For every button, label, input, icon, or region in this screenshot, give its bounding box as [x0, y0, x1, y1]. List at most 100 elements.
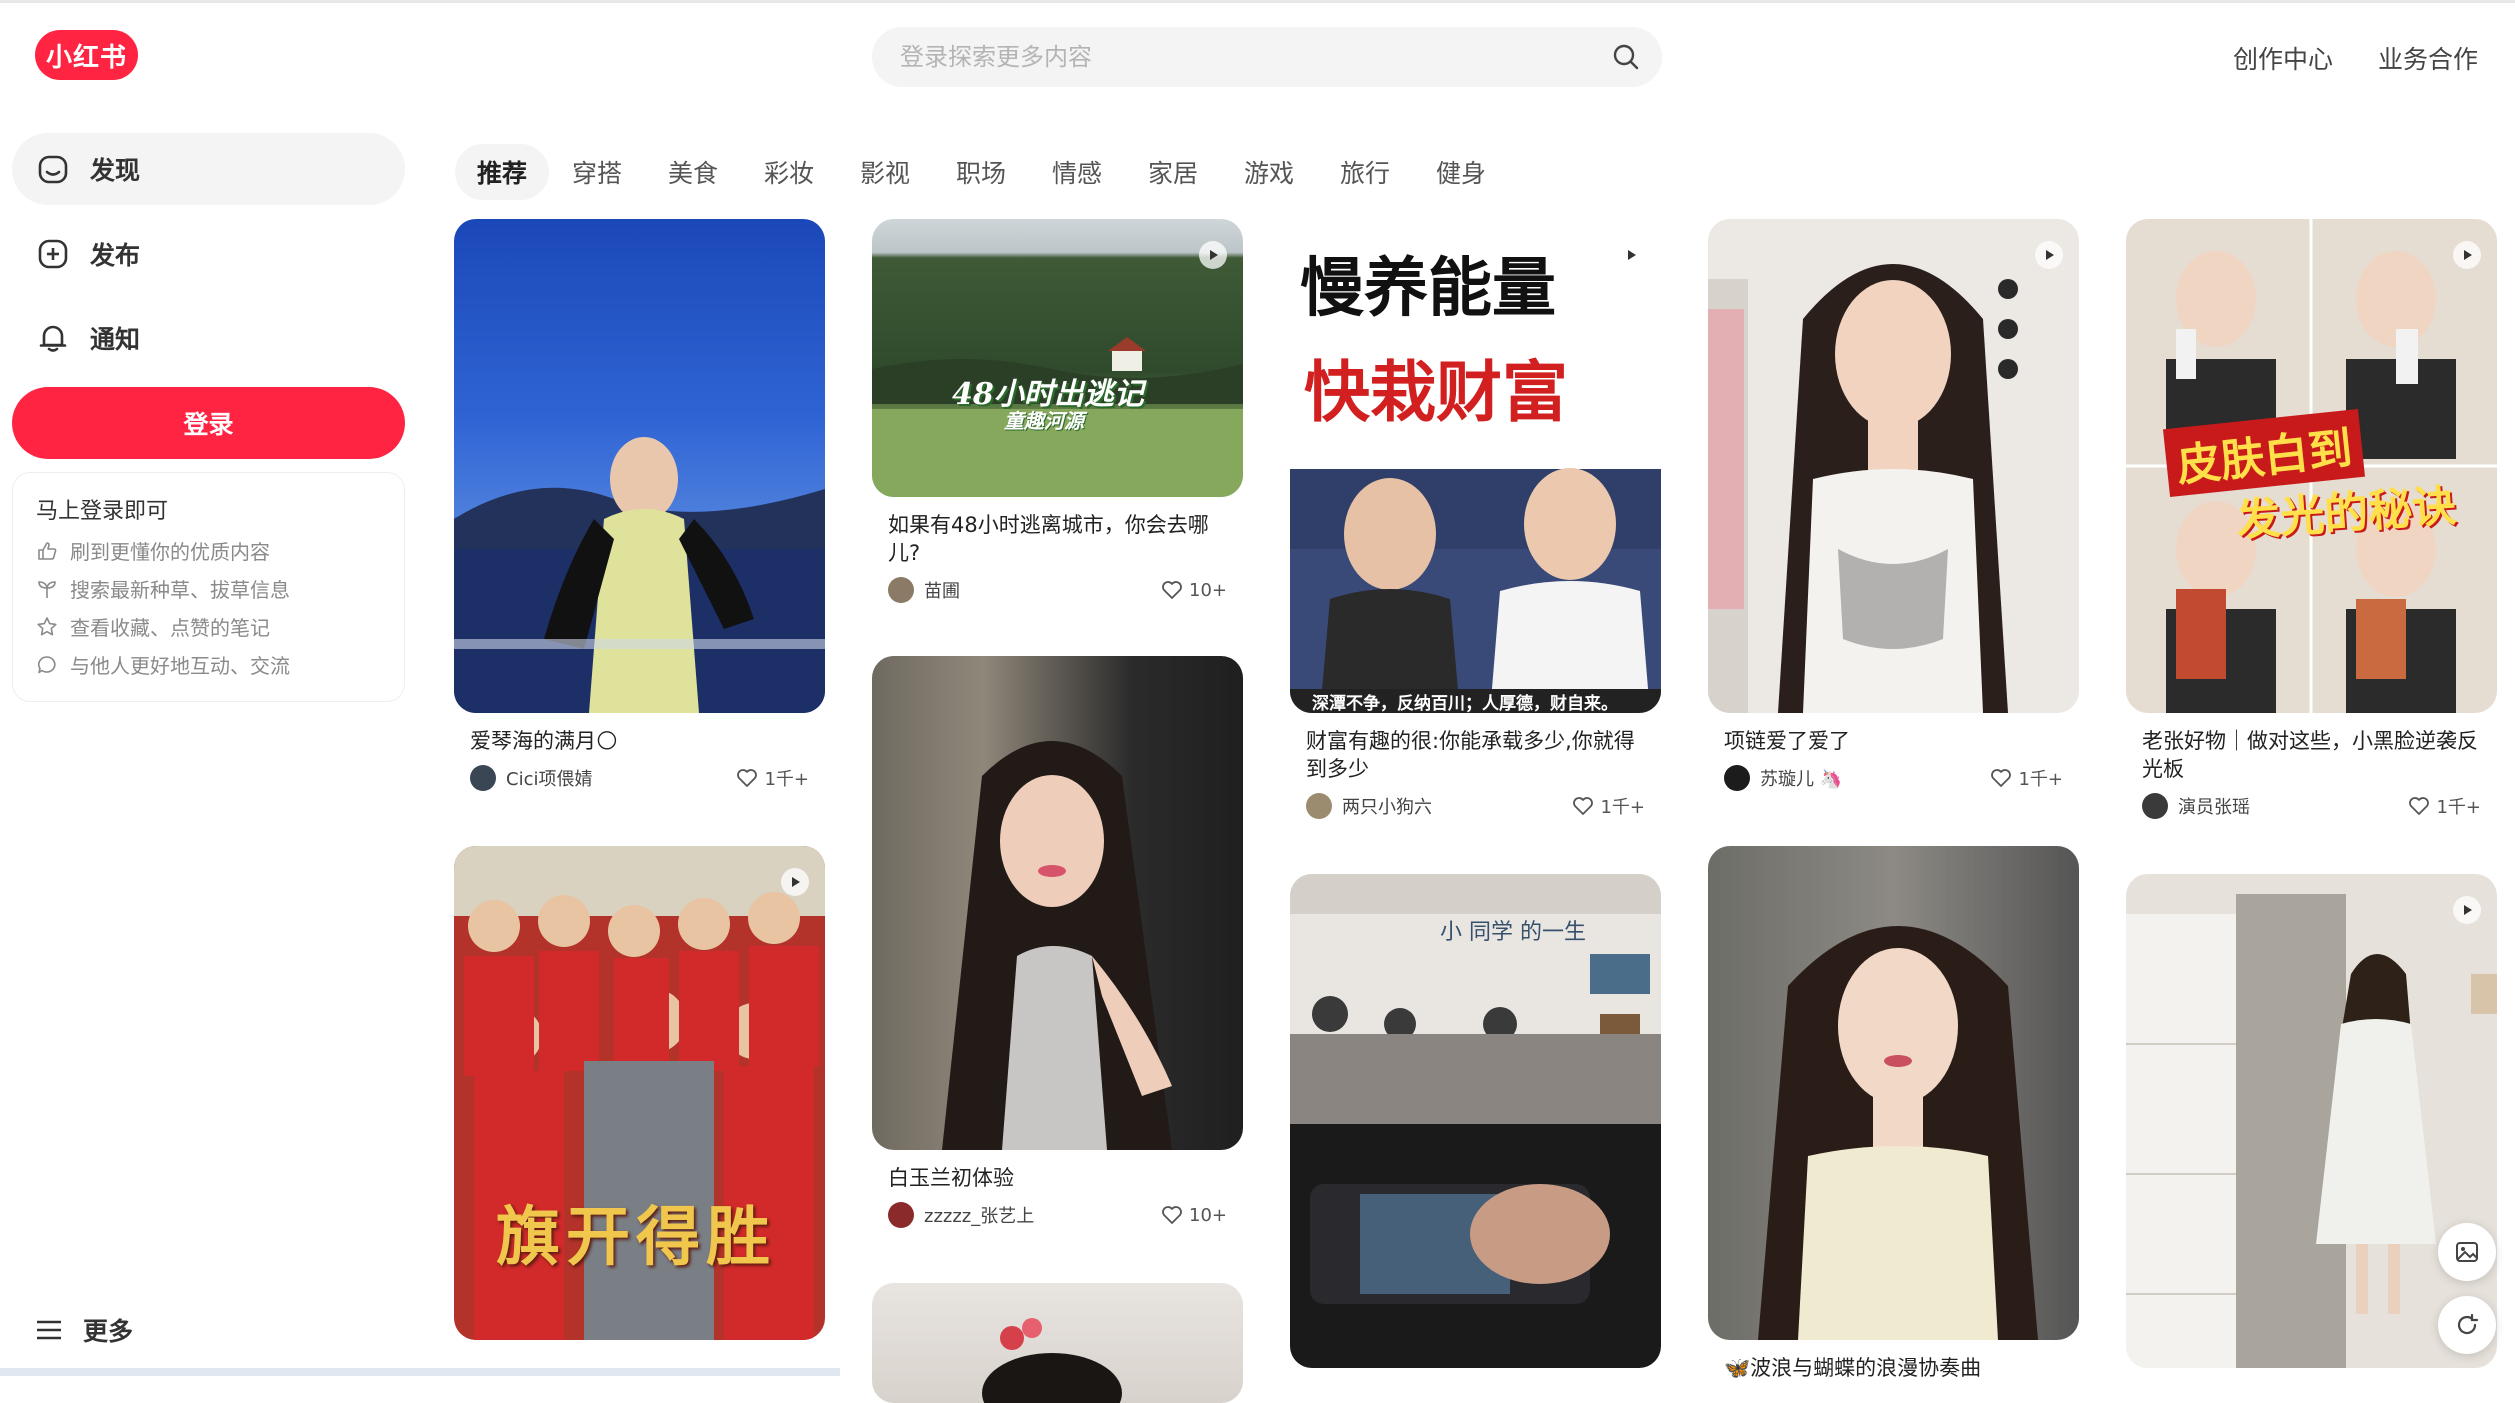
video-play-badge	[781, 868, 809, 896]
note-cover-image[interactable]	[2126, 874, 2497, 1368]
note-title[interactable]: 财富有趣的很:你能承载多少,你就得到多少	[1306, 727, 1645, 783]
tip-text: 查看收藏、点赞的笔记	[70, 616, 270, 640]
business-link[interactable]: 业务合作	[2378, 40, 2478, 76]
like-button[interactable]: 1千+	[2408, 793, 2481, 819]
creator-center-link[interactable]: 创作中心	[2233, 40, 2333, 76]
avatar[interactable]	[888, 577, 914, 603]
cover-scene	[1708, 264, 2018, 713]
note-meta: 两只小狗六 1千+	[1306, 793, 1645, 819]
like-button[interactable]: 1千+	[736, 765, 809, 791]
note-title[interactable]: 老张好物｜做对这些，小黑脸逆袭反光板	[2142, 727, 2481, 783]
tab-career[interactable]: 职场	[934, 144, 1028, 200]
image-mode-button[interactable]	[2438, 1223, 2496, 1281]
like-button[interactable]: 10+	[1161, 1205, 1227, 1226]
like-button[interactable]: 1千+	[1990, 765, 2063, 791]
refresh-button[interactable]	[2438, 1296, 2496, 1354]
avatar[interactable]	[470, 765, 496, 791]
note-card[interactable]	[2126, 874, 2497, 1368]
cover-scene	[942, 741, 1172, 1150]
note-cover-image[interactable]	[1708, 846, 2079, 1340]
note-cover-image[interactable]: 皮肤白到 发光的秘诀	[2126, 219, 2497, 713]
sidebar-item-notifications[interactable]: 通知	[12, 302, 405, 374]
note-card[interactable]	[872, 1283, 1243, 1403]
bottom-scrollbar[interactable]	[0, 1368, 840, 1376]
sidebar-item-label: 发现	[90, 156, 141, 185]
note-card[interactable]: 小 同学 的一生	[1290, 874, 1661, 1368]
like-count: 10+	[1189, 1204, 1227, 1226]
avatar[interactable]	[2142, 793, 2168, 819]
cover-caption: 深潭不争，反纳百川；人厚德，财自来。	[1312, 694, 1618, 713]
note-title[interactable]: 如果有48小时逃离城市，你会去哪儿?	[888, 511, 1227, 567]
heart-icon	[1573, 797, 1594, 815]
tab-games[interactable]: 游戏	[1222, 144, 1316, 200]
note-title[interactable]: 白玉兰初体验	[888, 1164, 1227, 1192]
heart-icon	[1162, 581, 1182, 599]
logo[interactable]: 小红书	[35, 30, 138, 80]
note-card[interactable]: 48小时出逃记 童趣河源 如果有48小时逃离城市，你会去哪儿? 苗圃 10+	[872, 219, 1243, 603]
author-name[interactable]: zzzzz_张艺上	[924, 1202, 1161, 1228]
play-icon	[792, 877, 800, 887]
video-play-badge	[1617, 241, 1645, 269]
note-card[interactable]: 🦋波浪与蝴蝶的浪漫协奏曲	[1708, 846, 2079, 1382]
note-cover-image[interactable]: 48小时出逃记 童趣河源	[872, 219, 1243, 497]
note-meta: 苏璇儿 🦄 1千+	[1724, 765, 2063, 791]
tip-row: 刷到更懂你的优质内容	[36, 536, 270, 565]
note-card[interactable]: 项链爱了爱了 苏璇儿 🦄 1千+	[1708, 219, 2079, 791]
cover-scene	[454, 437, 825, 713]
author-name[interactable]: Cici项偎婧	[506, 765, 736, 791]
note-card[interactable]: 爱琴海的满月🌕 Cici项偎婧 1千+	[454, 219, 825, 791]
tab-home[interactable]: 家居	[1126, 144, 1220, 200]
tip-text: 搜索最新种草、拔草信息	[70, 578, 290, 602]
like-button[interactable]: 10+	[1161, 580, 1227, 601]
video-play-badge	[2453, 241, 2481, 269]
note-card[interactable]: 慢养能量 快栽财富 深潭不争，反纳百川；人厚德，财自来。 财富有趣的很:你能承载…	[1290, 219, 1661, 819]
avatar[interactable]	[888, 1202, 914, 1228]
note-title[interactable]: 项链爱了爱了	[1724, 727, 2063, 755]
tab-emotion[interactable]: 情感	[1030, 144, 1124, 200]
note-cover-image[interactable]	[872, 1283, 1243, 1403]
sidebar-more[interactable]: 更多	[35, 1312, 133, 1348]
note-cover-image[interactable]	[454, 219, 825, 713]
tip-text: 刷到更懂你的优质内容	[70, 540, 270, 564]
play-icon	[2046, 250, 2054, 260]
tab-recommend[interactable]: 推荐	[455, 144, 549, 200]
play-icon	[1210, 250, 1218, 260]
author-name[interactable]: 两只小狗六	[1342, 793, 1572, 819]
note-card[interactable]: 旗开得胜	[454, 846, 825, 1340]
author-name[interactable]: 苏璇儿 🦄	[1760, 765, 1990, 791]
author-name[interactable]: 演员张瑶	[2178, 793, 2408, 819]
note-cover-image[interactable]	[872, 656, 1243, 1150]
author-name[interactable]: 苗圃	[924, 577, 1161, 603]
note-card[interactable]: 皮肤白到 发光的秘诀 老张好物｜做对这些，小黑脸逆袭反光板 演员张瑶 1千+	[2126, 219, 2497, 819]
tab-film[interactable]: 影视	[838, 144, 932, 200]
sidebar-item-discover[interactable]: 发现	[12, 133, 405, 205]
tab-travel[interactable]: 旅行	[1318, 144, 1412, 200]
like-count: 1千+	[2436, 797, 2481, 818]
like-count: 10+	[1189, 579, 1227, 601]
note-title[interactable]: 爱琴海的满月🌕	[470, 727, 809, 755]
search-bar[interactable]	[872, 27, 1662, 87]
tab-makeup[interactable]: 彩妆	[742, 144, 836, 200]
cover-scene	[982, 1318, 1122, 1403]
refresh-icon	[2457, 1313, 2479, 1335]
tab-food[interactable]: 美食	[646, 144, 740, 200]
tab-outfit[interactable]: 穿搭	[550, 144, 644, 200]
note-cover-image[interactable]: 旗开得胜	[454, 846, 825, 1340]
note-cover-image[interactable]	[1708, 219, 2079, 713]
search-input[interactable]	[898, 42, 1592, 72]
note-cover-image[interactable]: 小 同学 的一生	[1290, 874, 1661, 1368]
search-icon[interactable]	[1610, 41, 1642, 73]
note-title[interactable]: 🦋波浪与蝴蝶的浪漫协奏曲	[1724, 1354, 2063, 1382]
login-button[interactable]: 登录	[12, 387, 405, 459]
like-button[interactable]: 1千+	[1572, 793, 1645, 819]
avatar[interactable]	[1306, 793, 1332, 819]
video-play-badge	[2453, 896, 2481, 924]
avatar[interactable]	[1724, 765, 1750, 791]
chat-icon	[37, 655, 56, 673]
note-cover-image[interactable]: 慢养能量 快栽财富 深潭不争，反纳百川；人厚德，财自来。	[1290, 219, 1661, 713]
note-card[interactable]: 白玉兰初体验 zzzzz_张艺上 10+	[872, 656, 1243, 1228]
sidebar-item-publish[interactable]: 发布	[12, 218, 405, 290]
video-play-badge	[2035, 241, 2063, 269]
cover-scene	[2126, 894, 2497, 1368]
tab-fitness[interactable]: 健身	[1414, 144, 1508, 200]
